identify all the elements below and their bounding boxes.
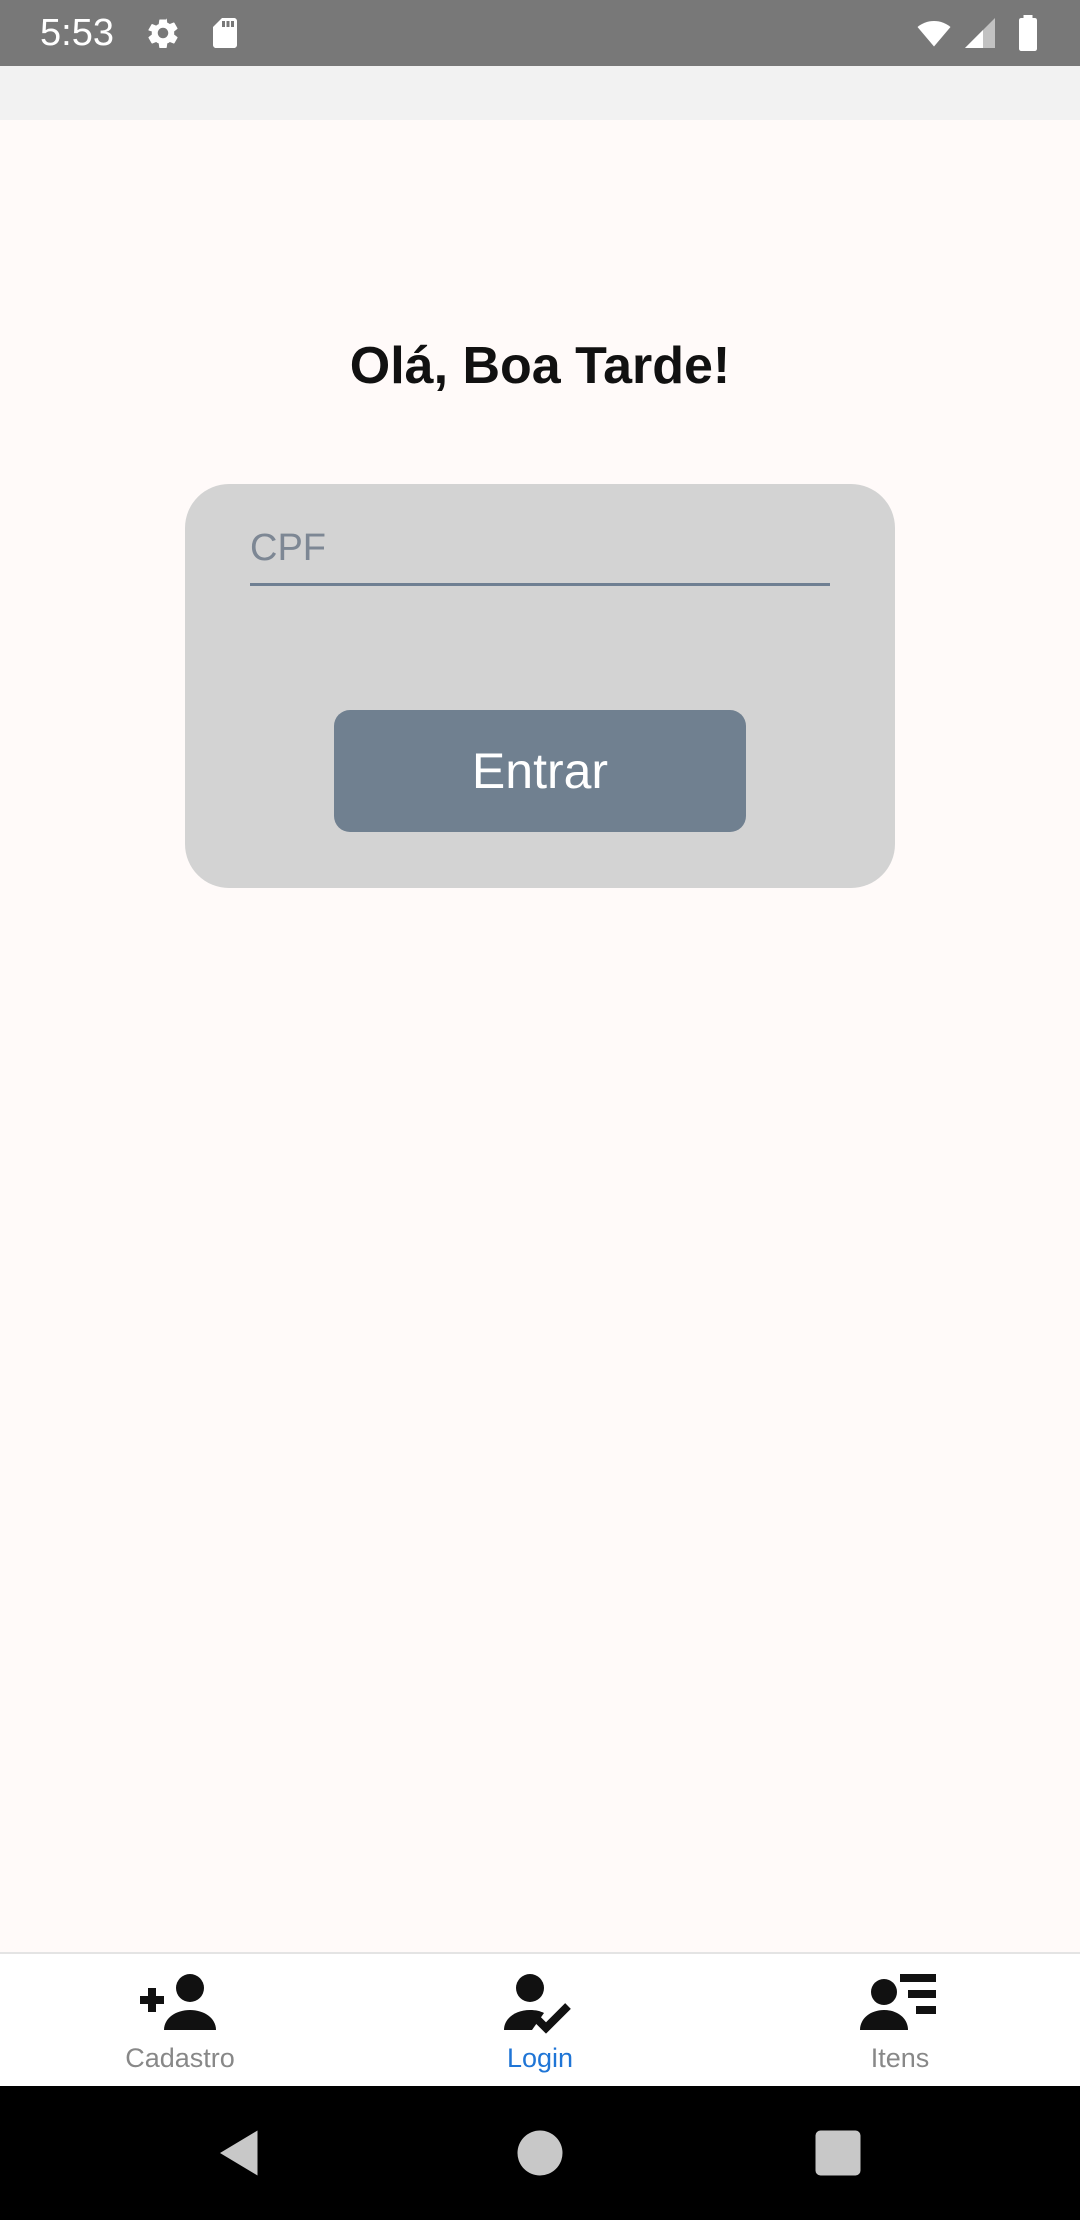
- person-list-icon: [860, 1970, 940, 2034]
- login-card: Entrar: [185, 484, 895, 888]
- greeting-title: Olá, Boa Tarde!: [349, 337, 731, 395]
- home-circle-icon[interactable]: [510, 2123, 570, 2183]
- sd-card-icon: [207, 15, 243, 51]
- tab-itens[interactable]: Itens: [720, 1954, 1080, 2086]
- tab-cadastro[interactable]: Cadastro: [0, 1954, 360, 2086]
- status-time: 5:53: [40, 12, 114, 54]
- tab-login[interactable]: Login: [360, 1954, 720, 2086]
- header-bar: [0, 66, 1080, 120]
- gear-icon: [145, 15, 181, 51]
- recents-square-icon[interactable]: [808, 2123, 868, 2183]
- back-triangle-icon[interactable]: [210, 2123, 270, 2183]
- bottom-tab-bar: Cadastro Login Itens: [0, 1952, 1080, 2086]
- tab-label-itens: Itens: [870, 2043, 930, 2073]
- cpf-input[interactable]: [250, 514, 830, 586]
- battery-icon: [1012, 15, 1044, 51]
- person-check-icon: [500, 1970, 580, 2034]
- tab-label-login: Login: [506, 2043, 574, 2073]
- wifi-icon: [914, 15, 954, 51]
- add-person-icon: [140, 1970, 220, 2034]
- system-nav-bar: [0, 2086, 1080, 2220]
- tab-label-cadastro: Cadastro: [125, 2043, 235, 2073]
- enter-button[interactable]: Entrar: [334, 710, 746, 832]
- cell-signal-icon: [962, 15, 998, 51]
- status-bar: 5:53: [0, 0, 1080, 66]
